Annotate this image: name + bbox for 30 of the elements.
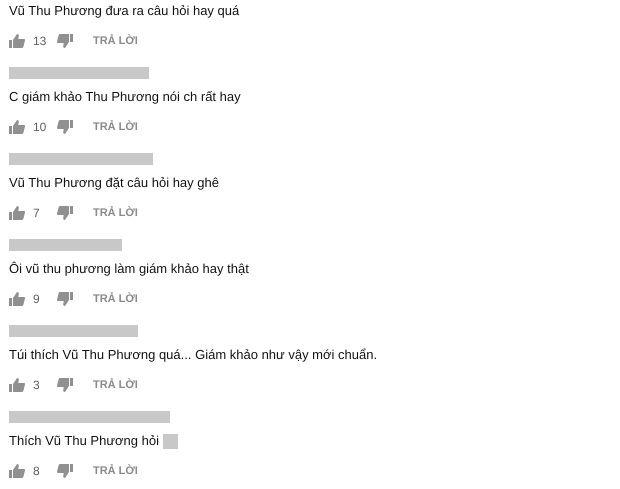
- reply-button[interactable]: TRẢ LỜI: [93, 32, 138, 50]
- like-count: 8: [33, 463, 41, 480]
- comment-text: Vũ Thu Phương đưa ra câu hỏi hay quá: [9, 2, 240, 20]
- like-count: 10: [33, 119, 48, 136]
- thumbs-down-icon[interactable]: [57, 120, 73, 134]
- comment-text: Túi thích Vũ Thu Phương quá... Giám khảo như vậy mới chuẩn.: [9, 346, 378, 364]
- thumbs-up-icon[interactable]: [9, 206, 25, 220]
- reply-button[interactable]: TRẢ LỜI: [93, 118, 138, 136]
- thumbs-up-icon[interactable]: [9, 120, 25, 134]
- reply-button[interactable]: TRẢ LỜI: [93, 290, 138, 308]
- like-count: 7: [33, 205, 41, 222]
- thumbs-down-icon[interactable]: [57, 34, 73, 48]
- comment-text: C giám khảo Thu Phương nói ch rất hay: [9, 88, 241, 106]
- thumbs-down-icon[interactable]: [57, 464, 73, 478]
- comment-text: Vũ Thu Phương đặt câu hỏi hay ghê: [9, 174, 219, 192]
- thumbs-up-icon[interactable]: [9, 34, 25, 48]
- thumbs-up-icon[interactable]: [9, 292, 25, 306]
- thumbs-down-icon[interactable]: [57, 378, 73, 392]
- thumbs-up-icon[interactable]: [9, 378, 25, 392]
- comment-text: Thích Vũ Thu Phương hỏi: [9, 432, 159, 450]
- like-count: 3: [33, 377, 41, 394]
- thumbs-down-icon[interactable]: [57, 292, 73, 306]
- like-count: 13: [33, 33, 48, 50]
- reply-button[interactable]: TRẢ LỜI: [93, 376, 138, 394]
- reply-button[interactable]: TRẢ LỜI: [93, 204, 138, 222]
- thumbs-up-icon[interactable]: [9, 464, 25, 478]
- thumbs-down-icon[interactable]: [57, 206, 73, 220]
- reply-button[interactable]: TRẢ LỜI: [93, 462, 138, 480]
- like-count: 9: [33, 291, 41, 308]
- comment-text: Ôi vũ thu phương làm giám khảo hay thật: [9, 260, 249, 278]
